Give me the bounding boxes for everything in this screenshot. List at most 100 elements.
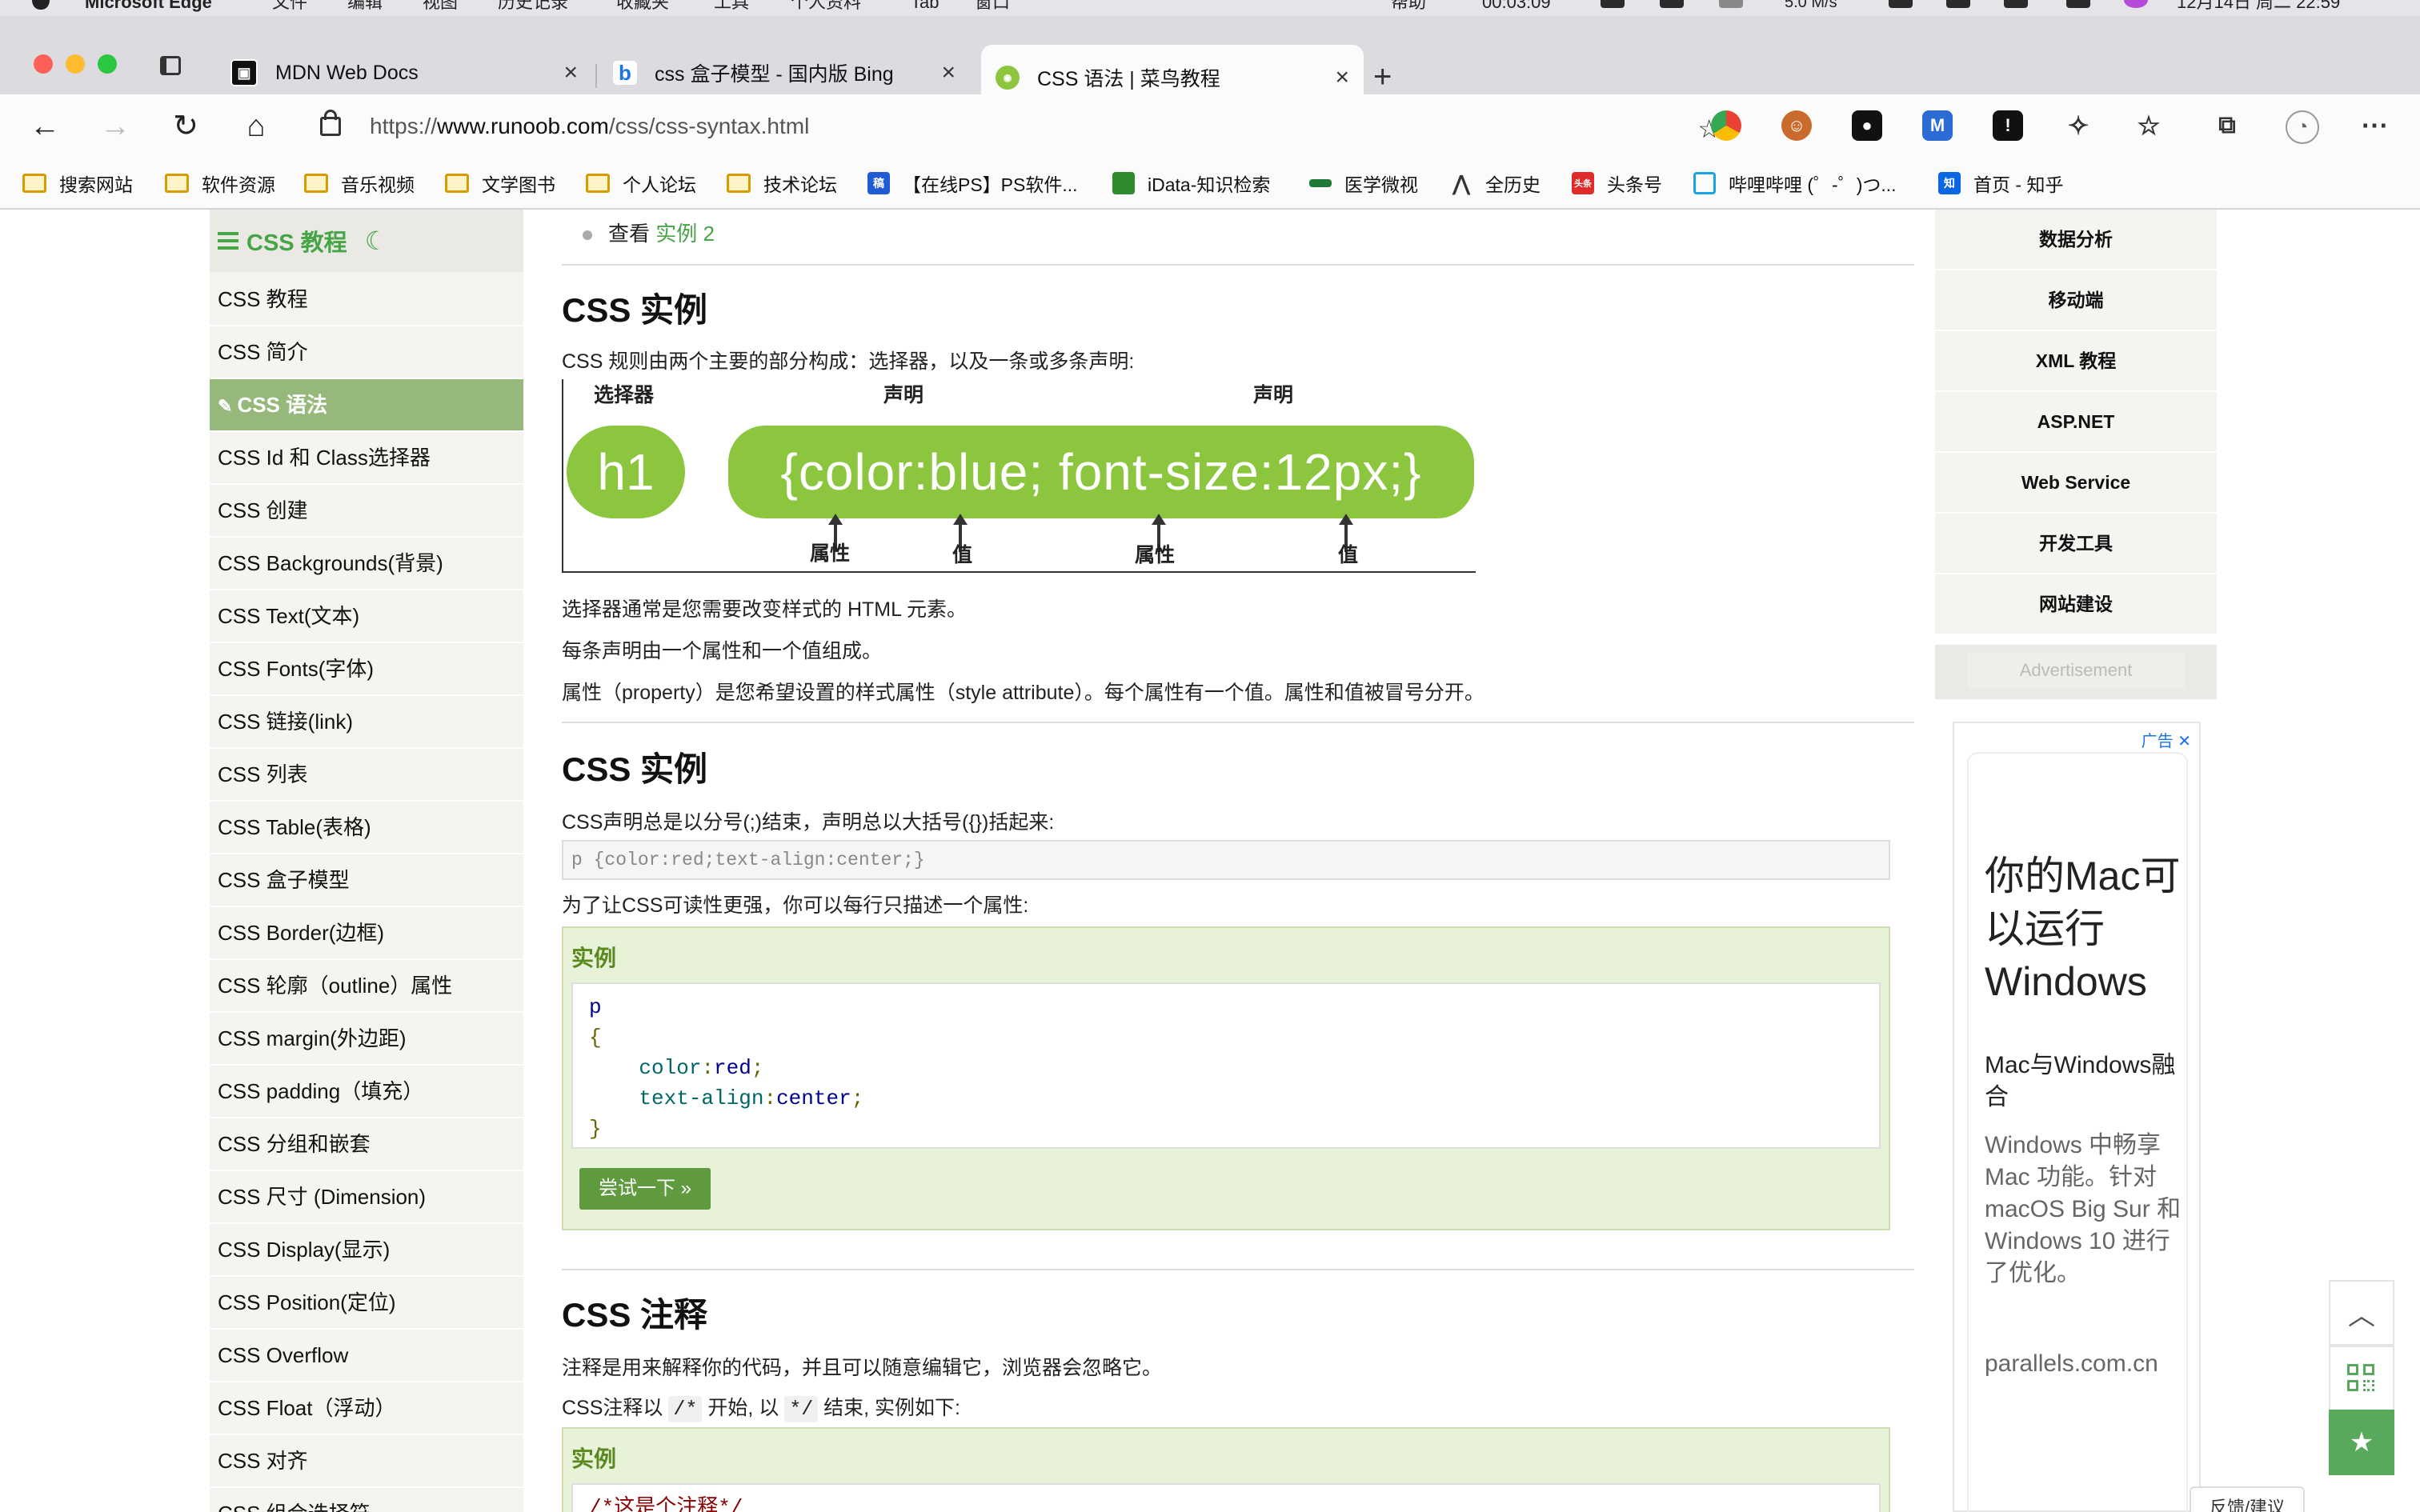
sidebar-item[interactable]: CSS 组合选择符 (210, 1488, 523, 1512)
keyboard-icon[interactable] (1889, 0, 1913, 8)
feedback-button[interactable]: 反馈/建议 (2190, 1486, 2305, 1512)
control-center-icon[interactable] (2066, 0, 2090, 8)
home-icon[interactable]: ⌂ (238, 109, 274, 144)
url-text[interactable]: https://www.runoob.com/css/css-syntax.ht… (370, 102, 809, 150)
close-tab-icon[interactable]: × (563, 59, 578, 86)
favorites-icon[interactable]: ☆ (2134, 110, 2164, 141)
bookmark-link[interactable]: iData-知识检索 (1112, 165, 1270, 202)
sidebar-item[interactable]: CSS margin(外边距) (210, 1013, 523, 1066)
example-code[interactable]: /*这是个注释*/ (571, 1483, 1881, 1512)
ad-card[interactable]: 你的Mac可以运行Windows Mac与Windows融合 Windows 中… (1967, 752, 2188, 1512)
zoom-window-button[interactable] (98, 54, 117, 74)
bookmark-folder[interactable]: 个人论坛 (586, 165, 696, 202)
sidebar-item[interactable]: CSS Border(边框) (210, 907, 523, 960)
menu-tab[interactable]: Tab (911, 0, 939, 16)
sidebar-item[interactable]: CSS 尺寸 (Dimension) (210, 1171, 523, 1224)
extensions-puzzle-icon[interactable]: ✧ (2063, 110, 2093, 141)
address-bar[interactable]: https://www.runoob.com/css/css-syntax.ht… (298, 102, 1737, 150)
sync-icon[interactable] (1946, 0, 1970, 8)
bookmark-link[interactable]: 医学微视 (1309, 165, 1418, 202)
sidebar-item-active[interactable]: ✎ CSS 语法 (210, 379, 523, 432)
close-window-button[interactable] (34, 54, 53, 74)
sidebar-item[interactable]: CSS 盒子模型 (210, 854, 523, 907)
bookmark-folder[interactable]: 音乐视频 (304, 165, 415, 202)
ad-tag[interactable]: 广告 ✕ (2142, 728, 2191, 751)
collections-icon[interactable]: ⧉ (2212, 110, 2242, 141)
menu-window[interactable]: 窗口 (975, 0, 1010, 16)
bookmark-folder[interactable]: 技术论坛 (727, 165, 837, 202)
sidebar-item[interactable]: CSS Overflow (210, 1330, 523, 1382)
sidebar-item[interactable]: CSS Backgrounds(背景) (210, 538, 523, 590)
back-arrow-icon[interactable]: ← (27, 109, 62, 144)
tab-mdn[interactable]: ▣ MDN Web Docs × (216, 50, 592, 96)
menu-file[interactable]: 文件 (272, 0, 307, 16)
close-tab-icon[interactable]: × (941, 59, 956, 86)
sidebar-item[interactable]: CSS 轮廓（outline）属性 (210, 960, 523, 1013)
sidebar-item[interactable]: CSS Id 和 Class选择器 (210, 432, 523, 485)
example-code[interactable]: p { color:red; text-align:center; } (571, 982, 1881, 1149)
bookmark-link[interactable]: 稿【在线PS】PS软件... (867, 165, 1078, 202)
sidebar-item[interactable]: CSS Text(文本) (210, 590, 523, 643)
back-to-top-button[interactable]: ︿ (2329, 1280, 2394, 1346)
input-method-icon[interactable] (1660, 0, 1684, 8)
rightbar-item[interactable]: Web Service (1935, 453, 2217, 514)
new-tab-button[interactable]: + (1373, 61, 1392, 93)
rightbar-item[interactable]: 开发工具 (1935, 514, 2217, 574)
bookmark-link[interactable]: ⋀ 全历史 (1450, 165, 1541, 202)
bookmark-link[interactable]: 头条 头条号 (1572, 165, 1662, 202)
rightbar-item[interactable]: 移动端 (1935, 270, 2217, 331)
bookmark-folder[interactable]: 软件资源 (165, 165, 275, 202)
camera-icon[interactable] (1601, 0, 1625, 8)
siri-icon[interactable] (2124, 0, 2148, 8)
tab-actions-icon[interactable] (160, 56, 181, 75)
favorite-star-button[interactable]: ★ (2329, 1410, 2394, 1475)
rightbar-item[interactable]: XML 教程 (1935, 331, 2217, 392)
example-2-link[interactable]: 实例 2 (655, 222, 715, 246)
rightbar-item[interactable]: ASP.NET (1935, 392, 2217, 453)
sidebar-item[interactable]: CSS Display(显示) (210, 1224, 523, 1277)
cloud-icon[interactable] (1719, 0, 1743, 8)
forward-arrow-icon[interactable]: → (98, 109, 133, 144)
apple-menu-icon[interactable] (32, 0, 50, 11)
minimize-window-button[interactable] (66, 54, 85, 74)
menu-edit[interactable]: 编辑 (347, 0, 383, 16)
menu-view[interactable]: 视图 (423, 0, 458, 16)
rightbar-item[interactable]: 网站建设 (1935, 574, 2217, 635)
translate-extension-icon[interactable]: M (1922, 110, 1953, 141)
extension-panda-icon[interactable]: ● (1852, 110, 1882, 141)
bookmark-folder[interactable]: 文学图书 (445, 165, 555, 202)
sidebar-item[interactable]: CSS 列表 (210, 749, 523, 802)
close-tab-icon[interactable]: × (1335, 64, 1349, 91)
rightbar-item[interactable]: 数据分析 (1935, 210, 2217, 270)
refresh-icon[interactable]: ↻ (168, 109, 203, 144)
extension-exclaim-icon[interactable]: ! (1993, 110, 2023, 141)
try-it-button[interactable]: 尝试一下 » (579, 1168, 711, 1210)
close-ad-icon[interactable]: ✕ (2178, 733, 2191, 750)
sidebar-item[interactable]: CSS Float（浮动） (210, 1382, 523, 1435)
menu-profile[interactable]: 个人资料 (791, 0, 861, 16)
menu-history[interactable]: 历史记录 (498, 0, 568, 16)
menu-tools[interactable]: 工具 (714, 0, 749, 16)
datetime[interactable]: 12月14日 周二 22:59 (2177, 0, 2340, 16)
sidebar-item[interactable]: CSS 对齐 (210, 1435, 523, 1488)
bookmark-folder[interactable]: 搜索网站 (22, 165, 133, 202)
sidebar-item[interactable]: CSS Position(定位) (210, 1277, 523, 1330)
sidebar-item[interactable]: CSS 链接(link) (210, 696, 523, 749)
bookmark-link[interactable]: 哔哩哔哩 (゜-゜)つ... (1693, 165, 1897, 202)
profile-avatar-icon[interactable]: ◔ (2286, 110, 2319, 144)
tab-bing[interactable]: b css 盒子模型 - 国内版 Bing × (599, 50, 970, 96)
sidebar-item[interactable]: CSS 教程 (210, 274, 523, 326)
sidebar-item[interactable]: CSS 分组和嵌套 (210, 1118, 523, 1171)
bookmark-link[interactable]: 知首页 - 知乎 (1938, 165, 2063, 202)
battery-icon[interactable] (2004, 0, 2028, 8)
qr-code-button[interactable] (2329, 1346, 2394, 1411)
sidebar-item[interactable]: CSS 创建 (210, 485, 523, 538)
menu-favorites[interactable]: 收藏夹 (616, 0, 669, 16)
tampermonkey-icon[interactable]: ☺ (1781, 110, 1812, 141)
sidebar-item[interactable]: CSS 简介 (210, 326, 523, 379)
sidebar-item[interactable]: CSS padding（填充） (210, 1066, 523, 1118)
sidebar-item[interactable]: CSS Fonts(字体) (210, 643, 523, 696)
chrome-extension-icon[interactable] (1711, 110, 1741, 141)
menu-help[interactable]: 帮助 (1391, 0, 1426, 16)
app-menu[interactable]: Microsoft Edge (85, 0, 212, 16)
